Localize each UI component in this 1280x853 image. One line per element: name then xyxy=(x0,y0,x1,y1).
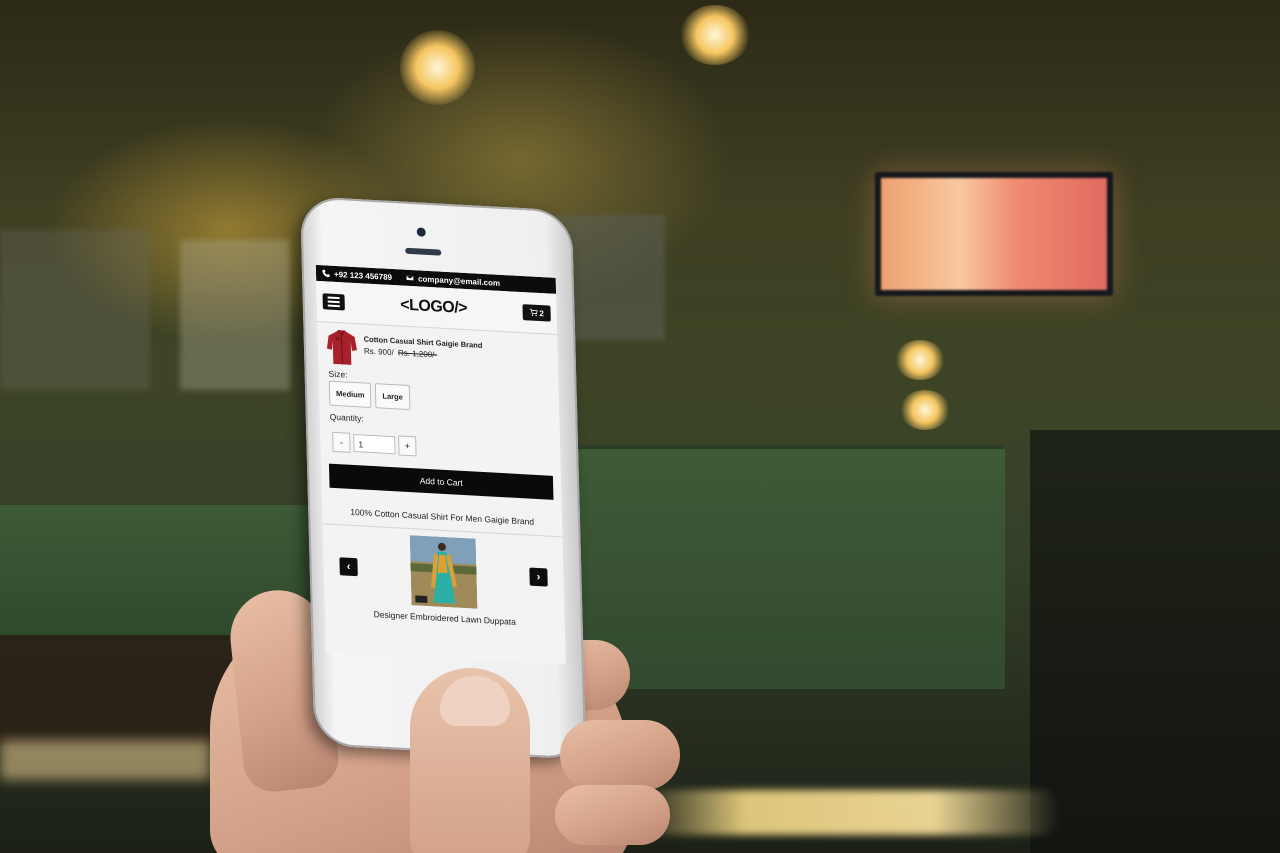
carousel-next-button[interactable]: › xyxy=(529,567,548,587)
ceiling-lamp xyxy=(680,5,750,65)
contact-email-text: company@email.com xyxy=(417,273,501,288)
dress-image xyxy=(409,535,478,609)
floor-light-strip xyxy=(640,790,1060,835)
front-camera xyxy=(416,227,426,237)
earpiece-speaker xyxy=(405,247,442,256)
contact-phone[interactable]: +92 123 456789 xyxy=(322,269,392,282)
product-info: Cotton Casual Shirt Gaigie Brand Rs. 900… xyxy=(363,330,483,361)
shopping-cart-icon xyxy=(529,308,538,317)
product-price: Rs. 900/ xyxy=(363,346,394,358)
related-products-carousel: ‹ › xyxy=(323,524,565,613)
menu-button[interactable] xyxy=(322,293,345,311)
dark-booth xyxy=(1030,430,1280,853)
chevron-left-icon: ‹ xyxy=(346,560,351,573)
hand-finger xyxy=(560,720,680,790)
phone-screen: +92 123 456789 company@email.com <LOGO/> xyxy=(315,264,566,665)
contact-email[interactable]: company@email.com xyxy=(406,273,500,287)
quantity-input[interactable]: 1 xyxy=(353,433,396,455)
bar-light xyxy=(900,390,950,430)
size-option-medium[interactable]: Medium xyxy=(328,380,372,408)
hamburger-menu-icon xyxy=(327,300,340,304)
hamburger-menu-icon xyxy=(327,296,340,300)
background-wall-left xyxy=(0,230,150,390)
cart-count: 2 xyxy=(539,308,544,318)
quantity-decrease-button[interactable]: - xyxy=(332,431,351,453)
phone-icon xyxy=(322,269,330,278)
table-edge xyxy=(0,635,240,745)
shirt-image xyxy=(326,329,357,365)
photo-scene: +92 123 456789 company@email.com <LOGO/> xyxy=(0,0,1280,853)
bar-light xyxy=(895,340,945,380)
hand-finger xyxy=(555,785,670,845)
quantity-increase-button[interactable]: + xyxy=(398,435,417,457)
site-logo[interactable]: <LOGO/> xyxy=(400,296,467,318)
cart-button[interactable]: 2 xyxy=(522,304,551,322)
chevron-right-icon: › xyxy=(536,570,541,584)
ceiling-lamp xyxy=(400,30,475,105)
envelope-icon xyxy=(406,275,414,281)
wall-tv xyxy=(875,172,1113,296)
product-old-price: Rs. 1,200/- xyxy=(397,348,438,360)
related-product-image[interactable] xyxy=(409,535,478,609)
floor-glow-left xyxy=(0,740,210,780)
size-option-large[interactable]: Large xyxy=(375,383,411,411)
carousel-prev-button[interactable]: ‹ xyxy=(339,557,358,577)
background-poster xyxy=(180,240,290,390)
hamburger-menu-icon xyxy=(327,304,340,308)
product-image[interactable] xyxy=(325,328,358,366)
contact-phone-text: +92 123 456789 xyxy=(333,269,393,282)
